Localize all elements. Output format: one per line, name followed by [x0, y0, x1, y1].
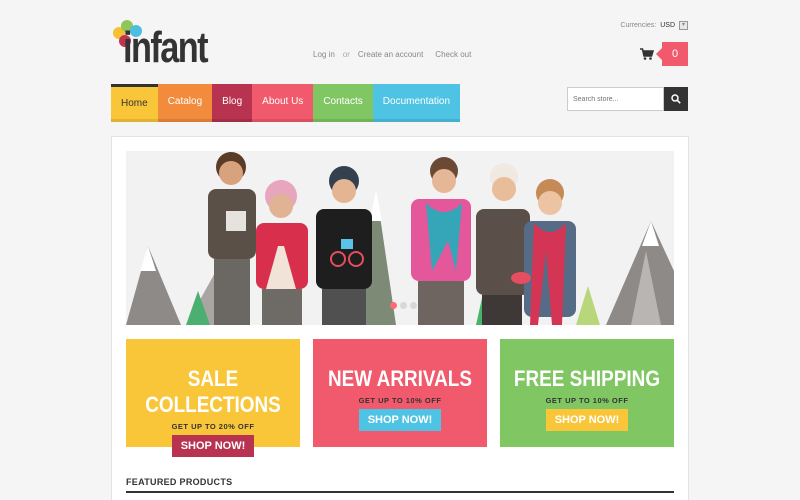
create-account-link[interactable]: Create an account — [358, 50, 423, 59]
slider-dots — [390, 302, 417, 309]
or-text: or — [342, 50, 350, 59]
promo-subtitle: GET UP TO 20% OFF — [171, 422, 255, 431]
promo-subtitle: GET UP TO 10% OFF — [358, 396, 442, 405]
promo-banner[interactable]: FREE SHIPPING GET UP TO 10% OFF SHOP NOW! — [500, 339, 674, 447]
promo-title: SALE COLLECTIONS — [145, 366, 281, 417]
hero-slider[interactable] — [126, 151, 674, 325]
main-nav: Home Catalog Blog About Us Contacts Documenta… — [111, 84, 461, 122]
checkout-link[interactable]: Check out — [435, 50, 471, 59]
currency-selector: Currencies: USD ▾ — [620, 21, 688, 30]
slider-dot[interactable] — [410, 302, 417, 309]
logo[interactable]: infant — [111, 19, 221, 71]
cart-count-badge[interactable]: 0 — [656, 42, 688, 66]
shop-now-button[interactable]: SHOP NOW! — [545, 409, 629, 431]
currency-label: Currencies: — [620, 22, 657, 29]
search-button[interactable] — [664, 87, 688, 111]
nav-item-catalog[interactable]: Catalog — [157, 84, 213, 122]
main-content: SALE COLLECTIONS GET UP TO 20% OFF SHOP NO… — [111, 136, 689, 500]
nav-item-documentation[interactable]: Documentation — [372, 84, 461, 122]
slider-dot[interactable] — [390, 302, 397, 309]
cart-icon[interactable] — [640, 48, 654, 60]
logo-wordmark: infant — [123, 23, 209, 72]
currency-value[interactable]: USD — [660, 22, 675, 29]
promo-subtitle: GET UP TO 10% OFF — [545, 396, 629, 405]
search-input[interactable] — [567, 87, 664, 111]
cart[interactable]: 0 — [640, 42, 688, 66]
search-form — [567, 87, 688, 111]
slider-dot[interactable] — [400, 302, 407, 309]
nav-item-blog[interactable]: Blog — [212, 84, 253, 122]
nav-item-home[interactable]: Home — [111, 84, 158, 122]
nav-item-about-us[interactable]: About Us — [252, 84, 314, 122]
login-link[interactable]: Log in — [313, 50, 335, 59]
hero-banner-image — [126, 151, 674, 325]
promo-title: FREE SHIPPING — [513, 366, 661, 391]
promo-title: NEW ARRIVALS — [327, 366, 472, 391]
shop-now-button[interactable]: SHOP NOW! — [171, 435, 255, 457]
featured-products-heading: FEATURED PRODUCTS — [126, 477, 674, 493]
shop-now-button[interactable]: SHOP NOW! — [358, 409, 442, 431]
nav-item-contacts[interactable]: Contacts — [313, 84, 373, 122]
account-links: Log in or Create an account Check out — [313, 50, 471, 59]
search-icon — [671, 94, 681, 104]
promo-banner[interactable]: SALE COLLECTIONS GET UP TO 20% OFF SHOP NO… — [126, 339, 300, 457]
chevron-down-icon[interactable]: ▾ — [679, 21, 688, 30]
promo-banner[interactable]: NEW ARRIVALS GET UP TO 10% OFF SHOP NOW! — [313, 339, 487, 447]
